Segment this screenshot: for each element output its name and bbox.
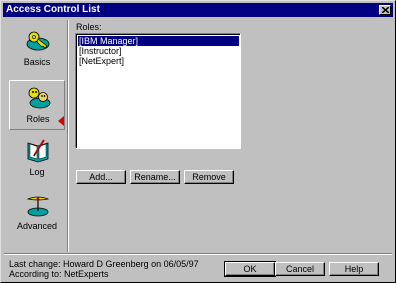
close-icon [382,7,389,13]
close-button[interactable] [379,5,391,15]
sidebar-item-label: Log [29,167,45,177]
sidebar-item-basics[interactable]: Basics [9,24,65,74]
according-text: According to: NetExperts [9,269,109,279]
rename-button[interactable]: Rename... [130,170,180,184]
help-button[interactable]: Help [329,262,379,276]
window-title: Access Control List [6,4,100,15]
list-item[interactable]: [Instructor] [78,46,239,56]
last-change-text: Last change: Howard D Greenberg on 06/05… [9,259,199,269]
book-icon [27,139,49,163]
sidebar-item-advanced[interactable]: Advanced [9,188,65,238]
ok-button[interactable]: OK [224,261,276,277]
dialog-window: Access Control List Basics Roles Log Adv… [0,0,396,283]
people-icon [28,87,51,109]
add-button[interactable]: Add... [76,170,126,184]
key-icon [26,31,50,51]
roles-label: Roles: [76,22,102,32]
footer-separator [4,253,392,255]
sidebar-item-log[interactable]: Log [9,134,65,184]
list-item[interactable]: [IBM Manager] [78,36,239,46]
list-item[interactable]: [NetExpert] [78,56,239,66]
propeller-icon [26,196,50,217]
selection-indicator [58,116,64,126]
sidebar: Basics Roles Log Advanced [4,20,68,252]
remove-button[interactable]: Remove [184,170,234,184]
title-bar[interactable]: Access Control List [3,3,393,17]
cancel-button[interactable]: Cancel [275,262,325,276]
sidebar-item-label: Advanced [16,221,58,231]
sidebar-item-roles[interactable]: Roles [9,80,65,130]
sidebar-item-label: Basics [23,57,51,67]
roles-listbox[interactable]: [IBM Manager] [Instructor] [NetExpert] [75,33,241,149]
